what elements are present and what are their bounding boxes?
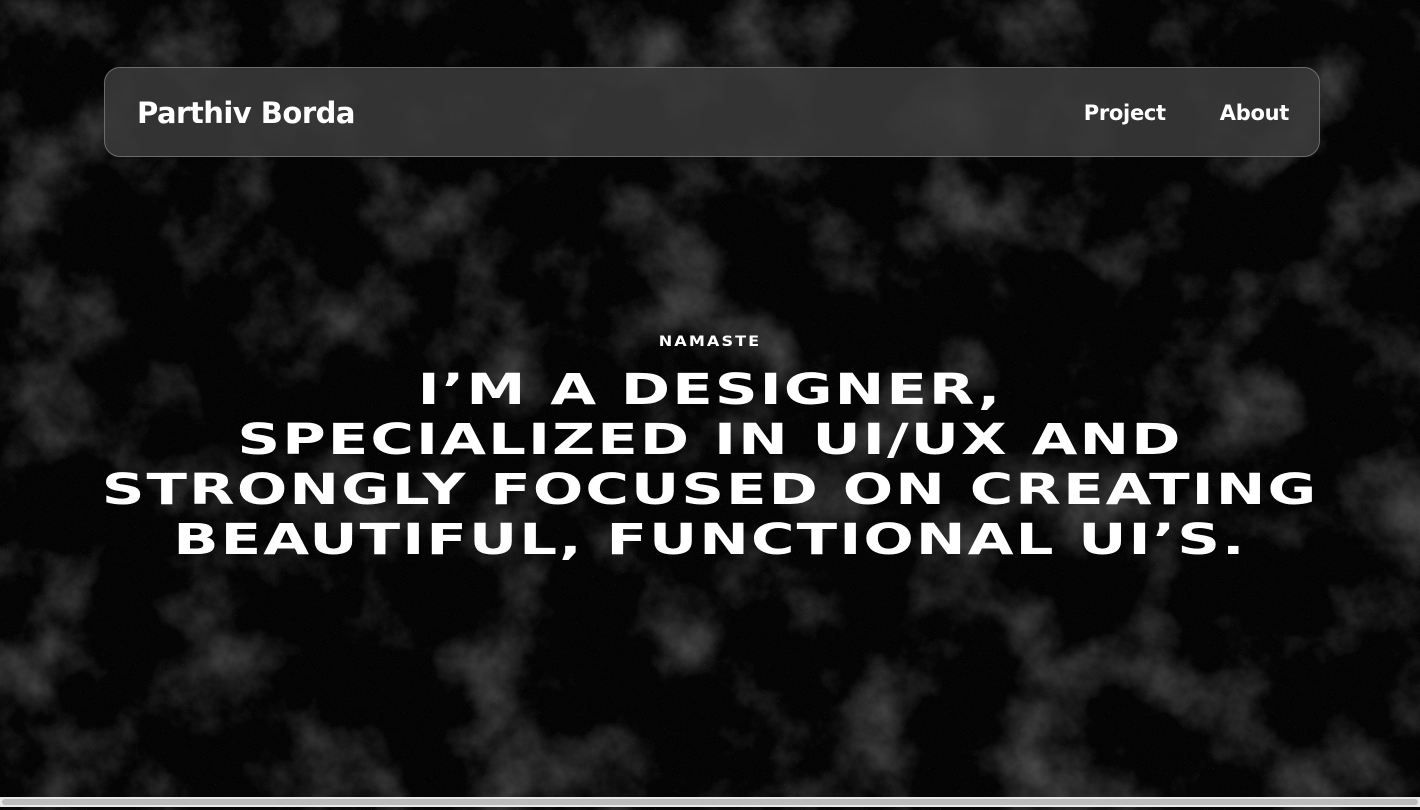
nav-link-about[interactable]: About bbox=[1220, 99, 1290, 127]
horizontal-scrollbar[interactable] bbox=[0, 797, 1420, 807]
nav-links: Project About bbox=[1084, 99, 1290, 127]
hero-headline: I’M A DESIGNER, SPECIALIZED IN UI/UX AND… bbox=[0, 365, 1420, 565]
hero-section: NAMASTE I’M A DESIGNER, SPECIALIZED IN U… bbox=[0, 330, 1420, 565]
nav-link-project[interactable]: Project bbox=[1084, 99, 1166, 127]
hero-greeting: NAMASTE bbox=[658, 334, 762, 350]
headline-line-3: STRONGLY FOCUSED ON CREATING bbox=[101, 465, 1319, 515]
headline-line-2: SPECIALIZED IN UI/UX AND bbox=[237, 415, 1183, 465]
scrollbar-thumb[interactable] bbox=[2, 799, 1418, 805]
headline-line-1: I’M A DESIGNER, bbox=[417, 365, 1003, 415]
page: Parthiv Borda Project About NAMASTE I’M … bbox=[0, 0, 1420, 810]
brand-logo-text[interactable]: Parthiv Borda bbox=[137, 95, 355, 131]
headline-line-4: BEAUTIFUL, FUNCTIONAL UI’S. bbox=[173, 515, 1247, 565]
top-navbar: Parthiv Borda Project About bbox=[104, 67, 1320, 157]
